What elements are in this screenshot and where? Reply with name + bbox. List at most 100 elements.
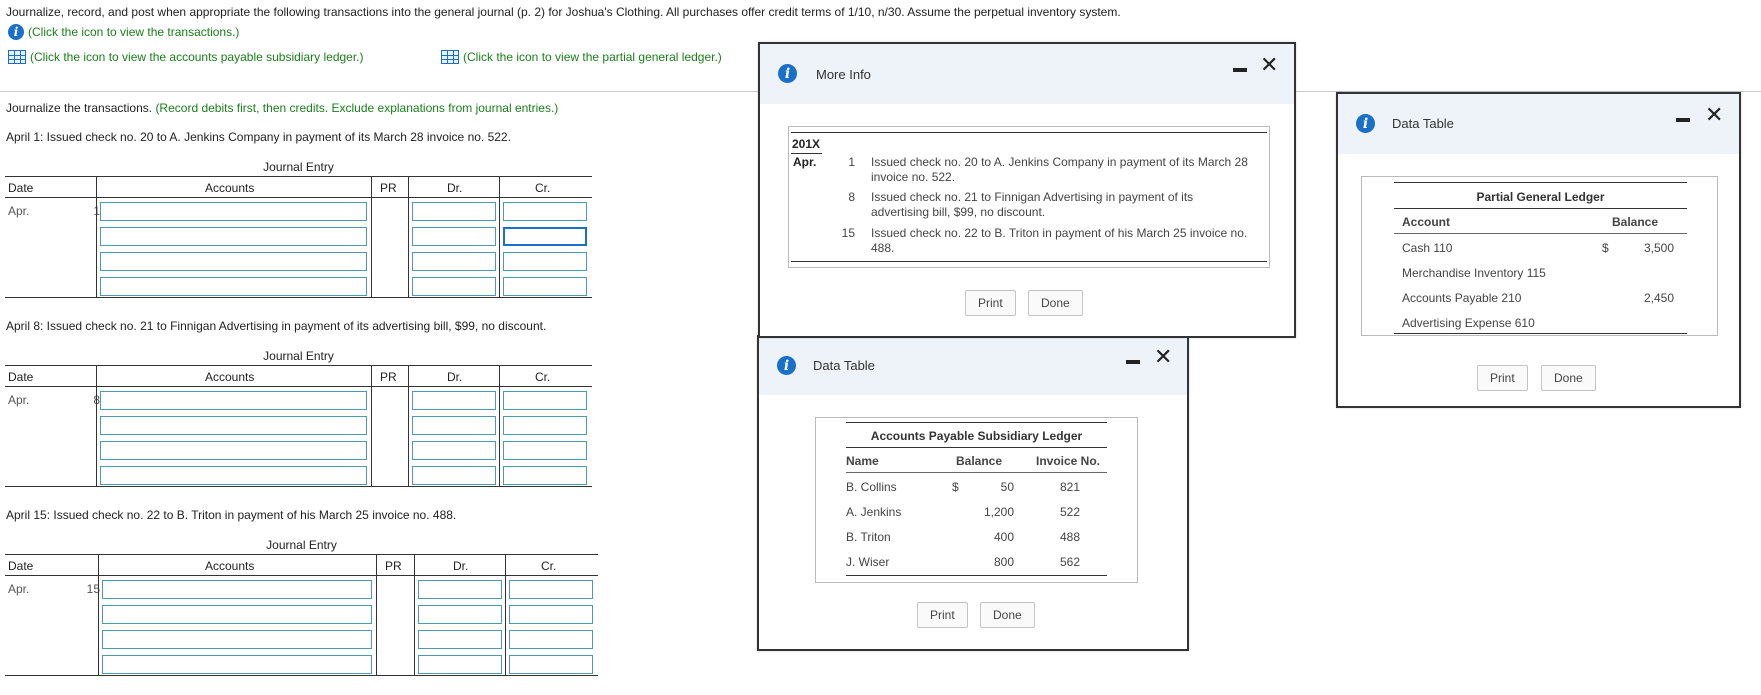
journal-entry-title: Journal Entry <box>266 538 337 552</box>
view-gl-link[interactable]: (Click the icon to view the partial gene… <box>441 50 722 64</box>
dr-header: Dr. <box>447 370 463 384</box>
window-titlebar[interactable]: i Data Table ✕ <box>759 337 1187 395</box>
accounts-header: Accounts <box>205 370 255 384</box>
minimize-icon[interactable] <box>1233 68 1247 72</box>
transaction-day: 15 <box>841 226 855 240</box>
ledger-name: B. Collins <box>846 480 897 494</box>
ledger-balance: 400 <box>993 530 1014 544</box>
cr-header: Cr. <box>541 559 557 573</box>
account-input[interactable] <box>102 605 372 624</box>
account-input[interactable] <box>100 252 367 271</box>
credit-input[interactable] <box>509 655 593 674</box>
ledger-balance: 50 <box>1000 480 1014 494</box>
ledger-name: J. Wiser <box>846 555 890 569</box>
table-title: Accounts Payable Subsidiary Ledger <box>870 429 1083 443</box>
close-icon[interactable]: ✕ <box>1260 55 1278 77</box>
pr-header: PR <box>380 181 397 195</box>
month-label: Apr. <box>793 155 817 169</box>
minimize-icon[interactable] <box>1126 360 1140 364</box>
journal-entry-table-2: Journal Entry Date Accounts PR Dr. Cr. A… <box>5 347 592 487</box>
date-header: Date <box>8 559 34 573</box>
done-button[interactable]: Done <box>980 602 1035 628</box>
month-label: Apr. <box>8 204 30 218</box>
more-info-window[interactable]: i More Info ✕ 201X Apr. 1 Issued check n… <box>758 42 1296 338</box>
info-icon: i <box>778 64 797 83</box>
credit-input[interactable] <box>503 391 587 410</box>
journalize-instruction: Journalize the transactions. (Record deb… <box>6 101 559 115</box>
account-header: Account <box>1402 215 1450 229</box>
credit-input[interactable] <box>509 605 593 624</box>
credit-input[interactable] <box>509 630 593 649</box>
instructions-text: Journalize, record, and post when approp… <box>6 5 1121 19</box>
account-input[interactable] <box>100 416 367 435</box>
window-titlebar[interactable]: i More Info ✕ <box>760 44 1294 104</box>
journal-entry-table-3: Journal Entry Date Accounts PR Dr. Cr. A… <box>5 536 598 676</box>
month-label: Apr. <box>8 393 30 407</box>
close-icon[interactable]: ✕ <box>1154 347 1172 369</box>
account-input[interactable] <box>102 630 372 649</box>
gl-window[interactable]: i Data Table ✕ Partial General Ledger Ac… <box>1336 92 1741 408</box>
ledger-invoice: 562 <box>1060 555 1081 569</box>
credit-input[interactable] <box>509 580 593 599</box>
credit-input[interactable] <box>503 252 587 271</box>
done-button[interactable]: Done <box>1541 365 1596 391</box>
debit-input[interactable] <box>412 202 496 221</box>
credit-input[interactable] <box>503 277 587 296</box>
gl-account: Cash 110 <box>1402 241 1453 255</box>
window-titlebar[interactable]: i Data Table ✕ <box>1338 94 1739 154</box>
debit-input[interactable] <box>418 580 502 599</box>
invoice-header: Invoice No. <box>1036 454 1101 468</box>
close-icon[interactable]: ✕ <box>1705 105 1723 127</box>
ledger-balance: 1,200 <box>983 505 1014 519</box>
journal-body: Apr. 15 <box>5 576 598 676</box>
window-title: Data Table <box>1392 116 1454 131</box>
account-input[interactable] <box>100 441 367 460</box>
debit-input[interactable] <box>418 630 502 649</box>
account-input[interactable] <box>100 391 367 410</box>
account-input[interactable] <box>100 227 367 246</box>
accounts-header: Accounts <box>205 559 255 573</box>
gl-account: Advertising Expense 610 <box>1402 316 1535 330</box>
pr-header: PR <box>385 559 402 573</box>
account-input[interactable] <box>102 655 372 674</box>
transaction-text: Issued check no. 22 to B. Triton in paym… <box>871 226 1248 255</box>
entry-3-prompt: April 15: Issued check no. 22 to B. Trit… <box>6 508 457 522</box>
account-input[interactable] <box>100 202 367 221</box>
debit-input[interactable] <box>412 416 496 435</box>
debit-input[interactable] <box>418 605 502 624</box>
view-transactions-link[interactable]: i (Click the icon to view the transactio… <box>8 24 239 40</box>
table-icon[interactable] <box>441 50 459 64</box>
print-button[interactable]: Print <box>1477 365 1528 391</box>
debit-input[interactable] <box>418 655 502 674</box>
debit-input[interactable] <box>412 227 496 246</box>
currency-symbol: $ <box>952 480 959 494</box>
done-button[interactable]: Done <box>1028 290 1083 316</box>
print-button[interactable]: Print <box>965 290 1016 316</box>
transaction-day: 1 <box>848 155 855 169</box>
journal-entry-title: Journal Entry <box>263 160 334 174</box>
window-title: Data Table <box>813 358 875 373</box>
credit-input[interactable] <box>503 466 587 485</box>
credit-input[interactable] <box>503 416 587 435</box>
account-input[interactable] <box>100 466 367 485</box>
debit-input[interactable] <box>412 466 496 485</box>
debit-input[interactable] <box>412 391 496 410</box>
account-input[interactable] <box>100 277 367 296</box>
print-button[interactable]: Print <box>917 602 968 628</box>
table-icon[interactable] <box>8 50 26 64</box>
view-ap-ledger-link[interactable]: (Click the icon to view the accounts pay… <box>8 50 364 64</box>
accounts-header: Accounts <box>205 181 255 195</box>
credit-input[interactable] <box>503 227 587 246</box>
debit-input[interactable] <box>412 277 496 296</box>
debit-input[interactable] <box>412 441 496 460</box>
info-icon: i <box>777 356 796 375</box>
dr-header: Dr. <box>447 181 463 195</box>
journal-header: Date Accounts PR Dr. Cr. <box>5 365 592 387</box>
debit-input[interactable] <box>412 252 496 271</box>
minimize-icon[interactable] <box>1676 118 1690 122</box>
info-icon[interactable]: i <box>8 24 24 40</box>
credit-input[interactable] <box>503 441 587 460</box>
ap-ledger-window[interactable]: i Data Table ✕ Accounts Payable Subsidia… <box>757 335 1189 651</box>
credit-input[interactable] <box>503 202 587 221</box>
account-input[interactable] <box>102 580 372 599</box>
